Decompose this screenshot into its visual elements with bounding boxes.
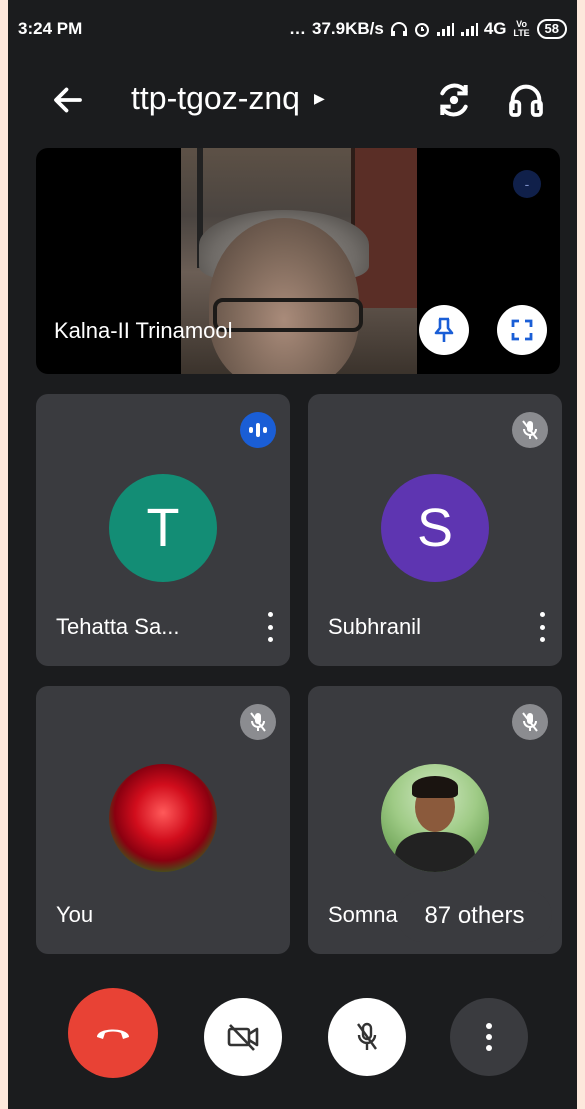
switch-camera-icon[interactable] [434, 80, 474, 120]
camera-off-icon [227, 1024, 259, 1051]
participant-name: Subhranil [328, 614, 421, 639]
mic-off-icon [240, 704, 276, 740]
camera-toggle-button[interactable] [204, 998, 282, 1076]
mic-off-icon [357, 1022, 377, 1050]
participant-name: Tehatta Sa... [56, 614, 180, 639]
signal-icon-1 [436, 23, 454, 36]
mic-off-icon [512, 412, 548, 448]
avatar: T [109, 474, 217, 582]
main-video-tile[interactable]: - Kalna-II Trinamool [36, 148, 560, 374]
hang-up-icon [97, 1029, 129, 1039]
others-count-button[interactable]: 87 others [397, 890, 552, 942]
more-vertical-icon [486, 1023, 492, 1051]
chevron-right-icon: ▶ [313, 90, 325, 106]
pin-icon [434, 317, 454, 342]
participant-options-icon[interactable] [264, 612, 276, 642]
signal-icon-2 [460, 23, 478, 36]
mic-off-icon [512, 704, 548, 740]
headset-status-icon [390, 22, 407, 36]
speaking-indicator-icon [240, 412, 276, 448]
meeting-code: ttp-tgoz-znq [131, 80, 300, 116]
network-type: 4G [483, 19, 507, 38]
participant-tile[interactable]: S Subhranil [308, 394, 562, 666]
avatar: S [381, 474, 489, 582]
alarm-icon [414, 23, 429, 37]
mic-toggle-button[interactable] [328, 998, 406, 1076]
headphones-icon[interactable] [506, 80, 546, 120]
call-header: ttp-tgoz-znq ▶ [8, 60, 577, 140]
more-dots-icon: … [289, 19, 307, 38]
participant-name: Somnath [328, 902, 406, 927]
volte-tag: Vo LTE [513, 19, 530, 38]
avatar [109, 764, 217, 872]
participant-options-icon[interactable] [536, 612, 548, 642]
fullscreen-icon [511, 319, 533, 341]
self-tile[interactable]: You [36, 686, 290, 954]
battery-indicator: 58 [536, 19, 567, 39]
audio-level-indicator: - [513, 170, 541, 198]
meeting-title[interactable]: ttp-tgoz-znq ▶ [131, 80, 325, 117]
pin-button[interactable] [419, 305, 469, 355]
status-bar: 3:24 PM … 37.9KB/s 4G Vo LTE 58 [8, 0, 577, 58]
more-options-button[interactable] [450, 998, 528, 1076]
participant-tile[interactable]: T Tehatta Sa... [36, 394, 290, 666]
network-speed: 37.9KB/s [312, 19, 384, 38]
participant-name: You [56, 902, 94, 927]
end-call-button[interactable] [68, 988, 158, 1078]
avatar [381, 764, 489, 872]
main-participant-name: Kalna-II Trinamool [54, 318, 233, 343]
status-time: 3:24 PM [18, 19, 83, 38]
meet-screen: 3:24 PM … 37.9KB/s 4G Vo LTE 58 ttp-tgoz… [8, 0, 577, 1109]
fullscreen-button[interactable] [497, 305, 547, 355]
back-arrow-icon[interactable] [50, 82, 86, 118]
